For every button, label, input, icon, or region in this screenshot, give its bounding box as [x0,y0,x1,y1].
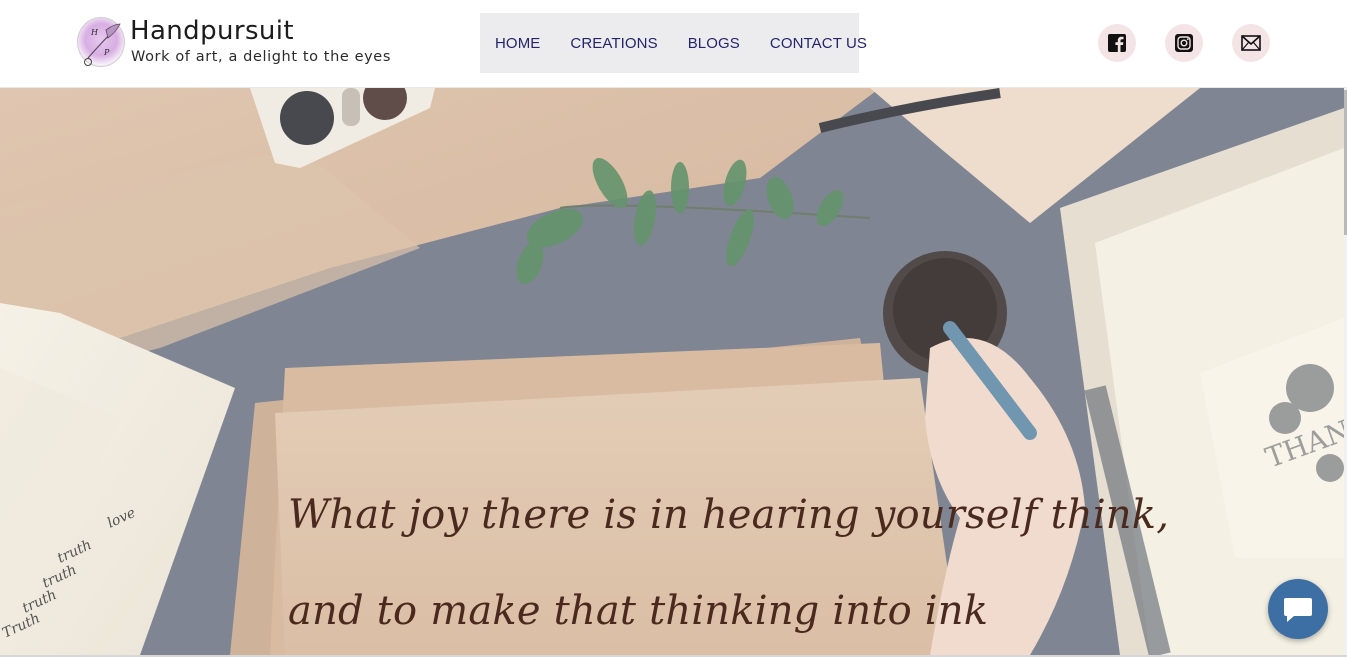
nav-item-blogs[interactable]: BLOGS [688,35,740,52]
site-header: H P Handpursuit Work of art, a delight t… [0,0,1347,88]
main-nav: HOME CREATIONS BLOGS CONTACT US [480,13,867,73]
instagram-icon [1175,34,1193,52]
instagram-link[interactable] [1165,24,1203,62]
logo-letter-p: P [103,48,110,57]
hero-banner: THAN love truth truth truth Truth What j… [0,88,1344,655]
mail-link[interactable] [1232,24,1270,62]
brand-title[interactable]: Handpursuit [130,15,294,47]
brand-tagline: Work of art, a delight to the eyes [131,49,391,65]
logo-quill-icon: H P [84,23,121,66]
hero-quote-line-2: and to make that thinking into ink [288,588,989,634]
logo-letter-h: H [90,28,99,37]
nav-item-contact-us[interactable]: CONTACT US [770,35,867,52]
brand-logo[interactable]: H P [77,17,125,67]
chat-bubble-icon [1284,598,1312,622]
hero-quote-line-1: What joy there is in hearing yourself th… [288,492,1170,538]
nav-item-creations[interactable]: CREATIONS [570,35,657,52]
hero-background-image: THAN love truth truth truth Truth [0,88,1344,655]
nav-item-home[interactable]: HOME [495,35,540,52]
mail-icon [1241,35,1261,51]
facebook-link[interactable] [1098,24,1136,62]
chat-widget-button[interactable] [1268,579,1328,639]
facebook-icon [1108,34,1126,52]
